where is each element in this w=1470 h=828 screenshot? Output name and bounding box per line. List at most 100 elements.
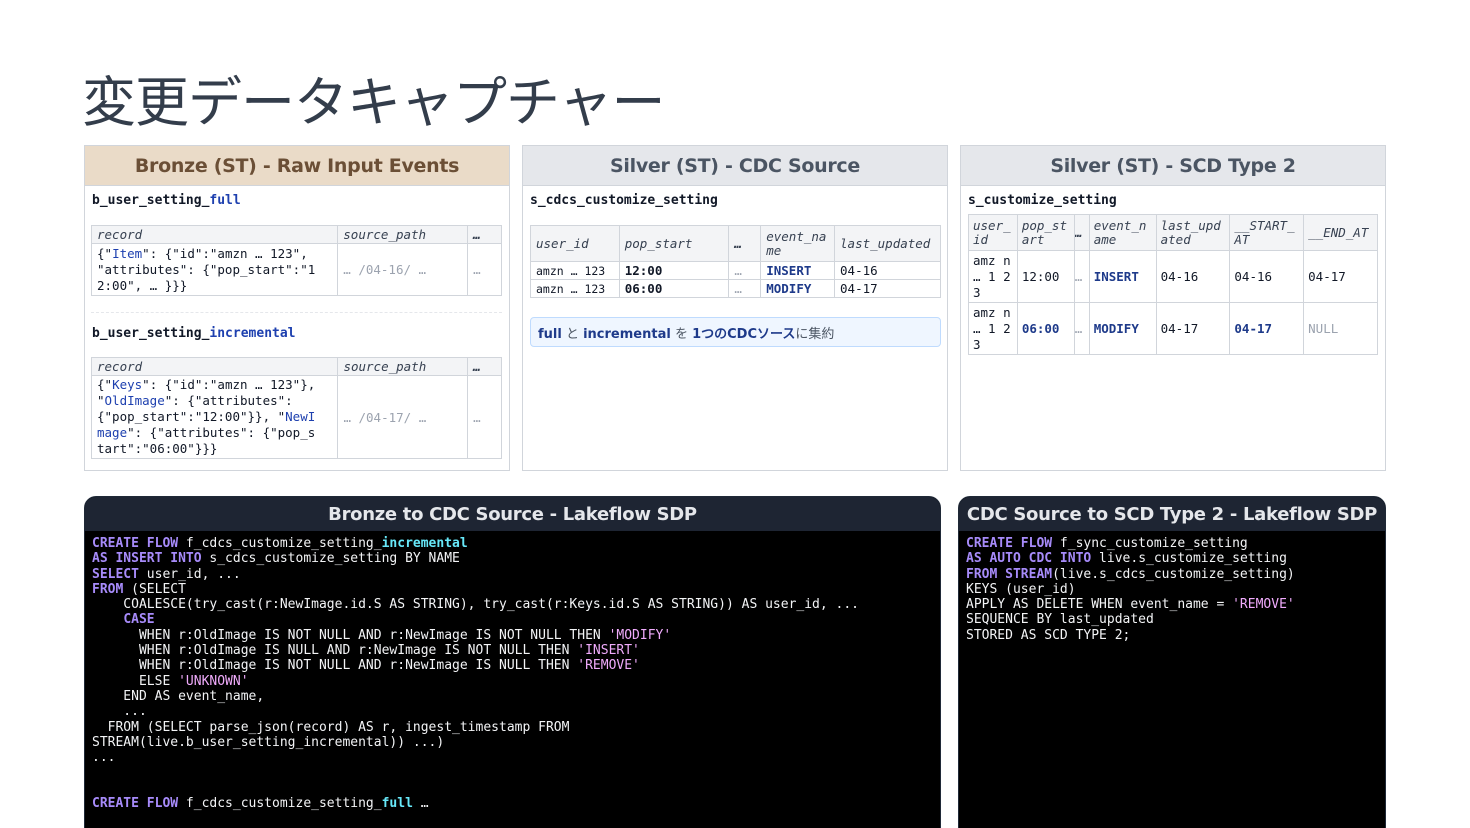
col-pop-start: pop_start: [618, 225, 730, 262]
col-user-id: user_ id: [968, 214, 1018, 251]
record-text: "attributes": {"pop_start":"1: [97, 261, 316, 277]
table-name-prefix: b_user_setting_: [92, 326, 210, 341]
table-row: {"Keys": {"id":"amzn … 123"}, "OldImage"…: [90, 375, 502, 459]
silver-scd-header: Silver (ST) - SCD Type 2: [961, 146, 1385, 186]
note-text: と: [561, 327, 584, 342]
bronze-incremental-table: record source_path … {"Keys": {"id":"amz…: [90, 357, 502, 459]
col-record: record: [90, 225, 339, 244]
event-name-cell: INSERT: [1088, 250, 1157, 303]
table-row: amz n … 1 23 12:00 … INSERT 04-16 04-16 …: [968, 250, 1378, 303]
col-last-updated: last_upd ated: [1155, 214, 1231, 251]
last-updated-cell: 04-17: [1155, 302, 1231, 355]
pop-start-cell: 12:00: [618, 261, 730, 280]
record-text: ": {"id":"amzn … 123",: [142, 245, 308, 261]
user-id-cell: amzn … 123: [530, 279, 620, 298]
more-cell: …: [728, 261, 762, 280]
record-text: {": [97, 377, 113, 392]
sql-code: CREATE FLOW f_sync_customize_setting AS …: [966, 536, 1295, 643]
record-text: {"pop_start":"12:00"}}, ": [97, 409, 286, 424]
divider: [91, 312, 502, 313]
record-text: {": [97, 245, 113, 261]
pop-start-cell: 06:00: [1016, 302, 1075, 355]
col-last-updated: last_updated: [834, 225, 941, 262]
table-header-row: user_id pop_start … event_na me last_upd…: [530, 225, 941, 262]
table-name-suffix: incremental: [209, 326, 296, 341]
user-id-cell: amz n … 1 23: [968, 302, 1018, 355]
col-record: record: [90, 357, 339, 376]
silver-cdc-table: user_id pop_start … event_na me last_upd…: [530, 225, 941, 298]
record-text: ": {"id":"amzn … 123"},: [142, 377, 316, 392]
record-key: Keys: [112, 377, 143, 392]
event-name-cell: MODIFY: [1088, 302, 1157, 355]
col-source-path: source_path: [337, 225, 469, 244]
cdc-note: full と incremental を 1つのCDCソースに集約: [530, 317, 941, 347]
source-path-cell: … /04-16/ …: [337, 243, 469, 296]
record-cell: {"Item": {"id":"amzn … 123", "attributes…: [90, 243, 339, 296]
table-header-row: record source_path …: [90, 225, 502, 244]
more-cell: …: [1073, 302, 1090, 355]
event-name-cell: MODIFY: [760, 279, 836, 298]
note-text: 1つのCDCソース: [692, 327, 796, 342]
cdc-to-scd-code-panel: CDC Source to SCD Type 2 - Lakeflow SDP …: [958, 496, 1386, 828]
record-key: Item: [112, 245, 143, 261]
table-row: amzn … 123 06:00 … MODIFY 04-17: [530, 279, 941, 298]
user-id-cell: amz n … 1 23: [968, 250, 1018, 303]
table-name-suffix: full: [209, 193, 241, 208]
start-at-cell: 04-17: [1229, 302, 1305, 355]
pop-start-cell: 06:00: [618, 279, 730, 298]
silver-cdc-table-name: s_cdcs_customize_setting: [530, 193, 718, 208]
bronze-to-cdc-code-panel: Bronze to CDC Source - Lakeflow SDP CREA…: [84, 496, 941, 828]
col-start-at: __START_ AT: [1229, 214, 1305, 251]
record-text: ": {"attributes": {"pop_s: [127, 425, 316, 440]
record-key: mage: [97, 425, 128, 440]
more-cell: …: [467, 375, 502, 459]
bronze-full-table-name: b_user_setting_full: [92, 193, 241, 208]
code-panel-header: CDC Source to SCD Type 2 - Lakeflow SDP: [959, 497, 1385, 531]
table-row: amzn … 123 12:00 … INSERT 04-16: [530, 261, 941, 280]
col-event-name: event_na me: [760, 225, 836, 262]
last-updated-cell: 04-17: [834, 279, 941, 298]
code-panel-header: Bronze to CDC Source - Lakeflow SDP: [85, 497, 940, 531]
silver-scd-table-name: s_customize_setting: [968, 193, 1117, 208]
record-text: tart":"06:00"}}}: [97, 441, 218, 456]
col-event-name: event_n ame: [1088, 214, 1157, 251]
col-more: …: [1073, 214, 1090, 251]
silver-cdc-header: Silver (ST) - CDC Source: [523, 146, 947, 186]
page-title: 変更データキャプチャー: [82, 71, 665, 134]
silver-scd-table: user_ id pop_st art … event_n ame last_u…: [968, 214, 1378, 355]
bronze-header: Bronze (ST) - Raw Input Events: [85, 146, 509, 186]
source-path-cell: … /04-17/ …: [337, 375, 469, 459]
table-row: amz n … 1 23 06:00 … MODIFY 04-17 04-17 …: [968, 302, 1378, 355]
start-at-cell: 04-16: [1229, 250, 1305, 303]
bronze-full-table: record source_path … {"Item": {"id":"amz…: [90, 225, 502, 296]
col-pop-start: pop_st art: [1016, 214, 1075, 251]
col-end-at: __END_AT: [1303, 214, 1378, 251]
end-at-cell: 04-17: [1303, 250, 1378, 303]
col-user-id: user_id: [530, 225, 620, 262]
last-updated-cell: 04-16: [834, 261, 941, 280]
last-updated-cell: 04-16: [1155, 250, 1231, 303]
col-source-path: source_path: [337, 357, 469, 376]
more-cell: …: [1073, 250, 1090, 303]
table-name-prefix: b_user_setting_: [92, 193, 210, 208]
bronze-incremental-table-name: b_user_setting_incremental: [92, 326, 296, 341]
user-id-cell: amzn … 123: [530, 261, 620, 280]
end-at-cell: NULL: [1303, 302, 1378, 355]
more-cell: …: [467, 243, 502, 296]
note-text: incremental: [583, 327, 671, 342]
col-more: …: [467, 225, 502, 244]
note-text: full: [538, 327, 562, 342]
sql-code: CREATE FLOW f_cdcs_customize_setting_inc…: [92, 536, 860, 812]
record-key: NewI: [285, 409, 316, 424]
table-row: {"Item": {"id":"amzn … 123", "attributes…: [90, 243, 502, 296]
record-text: ": {"attributes":: [164, 393, 293, 408]
col-more: …: [467, 357, 502, 376]
col-more: …: [728, 225, 762, 262]
note-text: に集約: [795, 327, 835, 342]
pop-start-cell: 12:00: [1016, 250, 1075, 303]
table-header-row: user_ id pop_st art … event_n ame last_u…: [968, 214, 1378, 251]
table-header-row: record source_path …: [90, 357, 502, 376]
record-cell: {"Keys": {"id":"amzn … 123"}, "OldImage"…: [90, 375, 339, 459]
record-text: ": [97, 393, 105, 408]
more-cell: …: [728, 279, 762, 298]
